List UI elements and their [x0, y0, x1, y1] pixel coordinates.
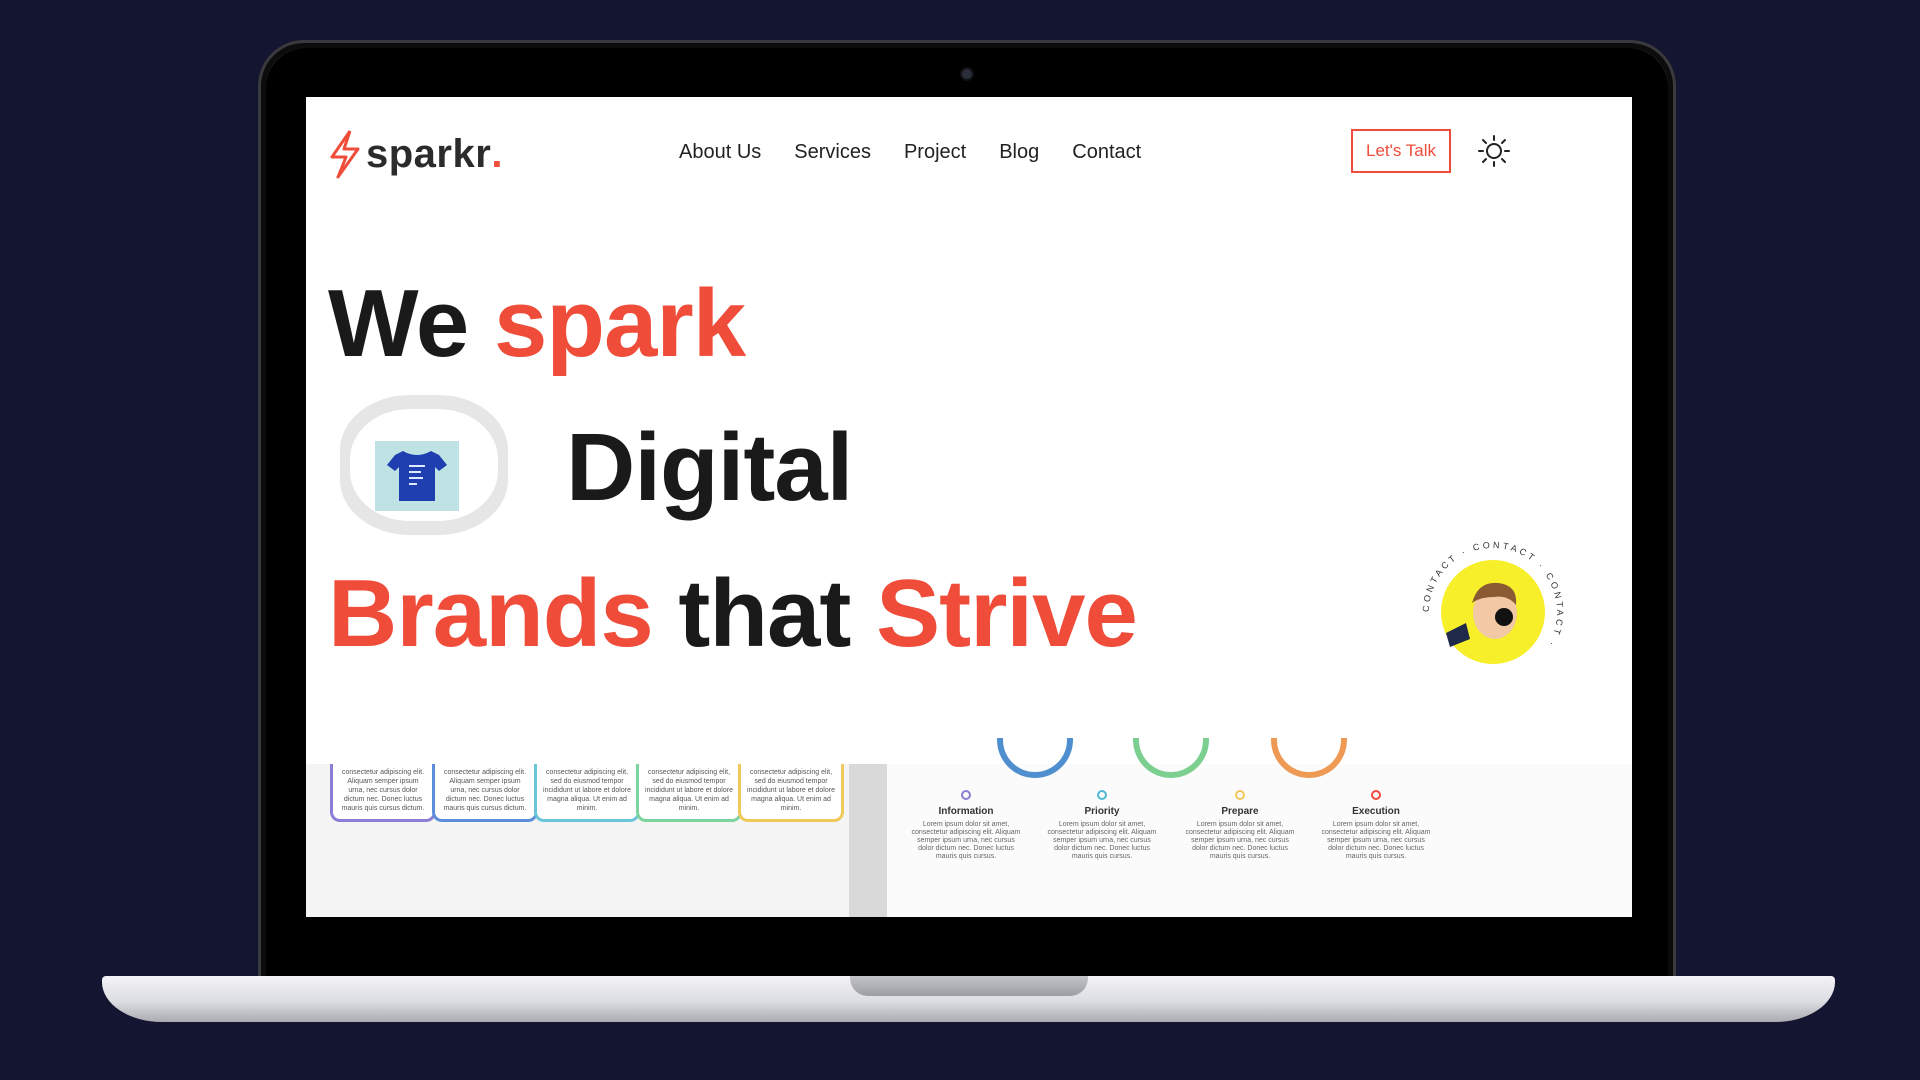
hero-word-strive: Strive — [876, 560, 1138, 667]
process-card: consectetur adipiscing elit, sed do eius… — [534, 764, 640, 822]
hero-line-2: Digital — [566, 414, 853, 521]
process-card: consectetur adipiscing elit, sed do eius… — [636, 764, 742, 822]
laptop-base-notch — [850, 976, 1088, 996]
step-dot — [961, 790, 971, 800]
contact-badge[interactable]: CONTACT · CONTACT · CONTACT · — [1418, 537, 1568, 687]
logo-text: sparkr — [366, 131, 492, 176]
website-screen: sparkr. About Us Services Project Blog C… — [306, 97, 1632, 917]
slide-divider — [849, 764, 887, 917]
step-priority: Priority Lorem ipsum dolor sit amet, con… — [1047, 764, 1157, 861]
logo[interactable]: sparkr. — [328, 129, 502, 179]
nav-about-us[interactable]: About Us — [679, 141, 761, 164]
logo-dot: . — [491, 131, 503, 176]
step-body: Lorem ipsum dolor sit amet, consectetur … — [1321, 821, 1431, 860]
step-title: Information — [938, 806, 994, 817]
step-body: Lorem ipsum dolor sit amet, consectetur … — [911, 821, 1021, 860]
hero-line-1: We spark — [328, 269, 746, 379]
step-information: Information Lorem ipsum dolor sit amet, … — [911, 764, 1021, 861]
camera-icon — [962, 69, 972, 79]
main-nav: About Us Services Project Blog Contact — [679, 141, 1141, 164]
process-card: consectetur adipiscing elit. Aliquam sem… — [432, 764, 538, 822]
step-dot — [1097, 790, 1107, 800]
step-body: Lorem ipsum dolor sit amet, consectetur … — [1047, 821, 1157, 860]
step-title: Execution — [1352, 806, 1400, 817]
step-body: Lorem ipsum dolor sit amet, consectetur … — [1185, 821, 1295, 860]
step-execution: Execution Lorem ipsum dolor sit amet, co… — [1321, 764, 1431, 861]
hero-word-that: that — [678, 560, 851, 667]
process-card: consectetur adipiscing elit. Aliquam sem… — [330, 764, 436, 822]
nav-services[interactable]: Services — [794, 141, 871, 164]
sun-icon[interactable] — [1478, 135, 1510, 167]
step-title: Prepare — [1221, 806, 1259, 817]
tshirt-image — [375, 441, 459, 511]
hero-line-3: Brands that Strive — [328, 559, 1138, 669]
hero-word-spark: spark — [493, 270, 746, 377]
step-prepare: Prepare Lorem ipsum dolor sit amet, cons… — [1185, 764, 1295, 861]
step-dot — [1371, 790, 1381, 800]
lets-talk-button[interactable]: Let's Talk — [1351, 129, 1451, 173]
nav-contact[interactable]: Contact — [1072, 141, 1141, 164]
hero-word-brands: Brands — [328, 560, 654, 667]
process-card: consectetur adipiscing elit, sed do eius… — [738, 764, 844, 822]
hero-word-we: We — [328, 270, 469, 377]
nav-project[interactable]: Project — [904, 141, 966, 164]
lightning-bolt-icon — [330, 130, 360, 179]
step-dot — [1235, 790, 1245, 800]
nav-blog[interactable]: Blog — [999, 141, 1039, 164]
step-title: Priority — [1084, 806, 1120, 817]
process-slide-right: Information Lorem ipsum dolor sit amet, … — [887, 738, 1632, 917]
process-slide-left: consectetur adipiscing elit. Aliquam sem… — [306, 764, 849, 917]
